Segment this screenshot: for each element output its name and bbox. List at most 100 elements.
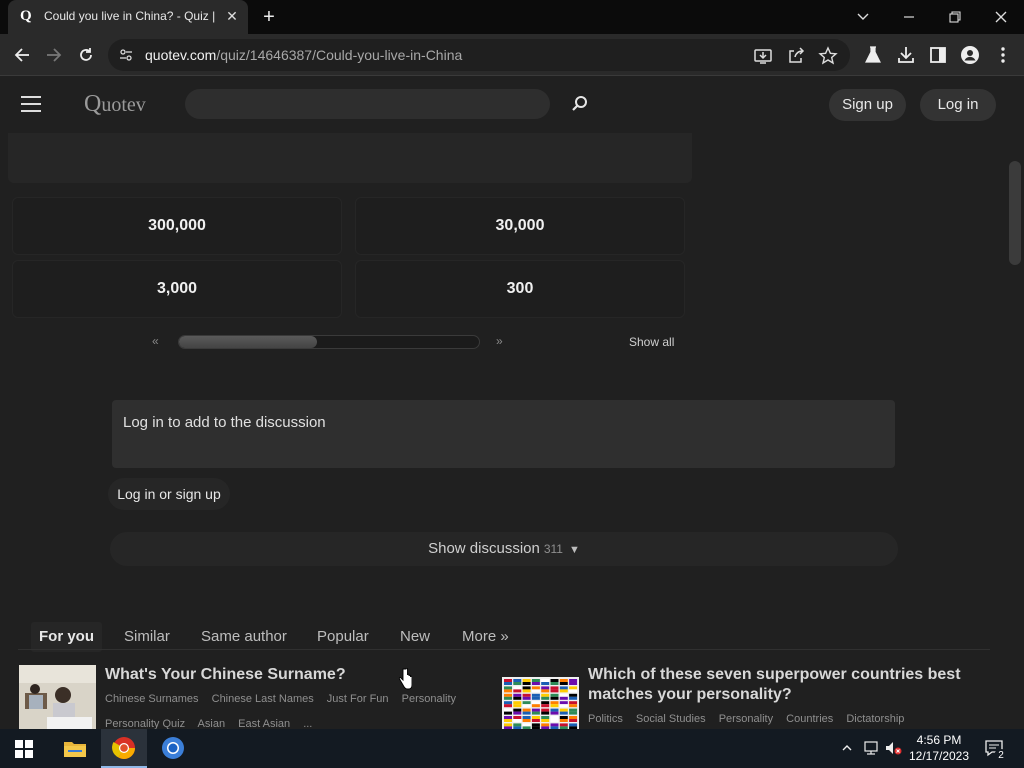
flag-stripe xyxy=(569,711,578,715)
flag-stripe xyxy=(531,704,540,708)
flag-stripe xyxy=(504,689,512,693)
flag-stripe xyxy=(569,719,578,722)
side-panel-icon[interactable] xyxy=(928,45,948,65)
site-search-input[interactable] xyxy=(185,89,550,119)
tag-link[interactable]: Personality xyxy=(719,713,773,725)
tag-link[interactable]: Countries xyxy=(786,713,833,725)
tag-link[interactable]: Politics xyxy=(588,713,623,725)
flag-stripe xyxy=(541,719,550,722)
discussion-prompt: Log in to add to the discussion xyxy=(123,414,326,431)
answer-option[interactable]: 3,000 xyxy=(12,260,342,318)
previous-question-button[interactable]: « xyxy=(152,334,159,348)
rec-thumbnail-flags[interactable] xyxy=(502,673,579,729)
tag-link[interactable]: Asian xyxy=(198,718,226,729)
tab-search-chevron-icon[interactable] xyxy=(840,0,886,34)
url-text[interactable]: quotev.com/quiz/14646387/Could-you-live-… xyxy=(145,47,462,63)
tag-link[interactable]: Chinese Surnames xyxy=(105,693,199,705)
search-icon[interactable] xyxy=(570,94,590,114)
tab-new[interactable]: New xyxy=(392,622,438,652)
tag-link[interactable]: ... xyxy=(303,718,312,729)
install-app-icon[interactable] xyxy=(753,46,773,66)
windows-start-icon[interactable] xyxy=(0,729,46,768)
signup-button[interactable]: Sign up xyxy=(829,89,906,121)
back-icon[interactable] xyxy=(9,42,35,68)
flag-stripe xyxy=(504,711,512,715)
tag-link[interactable]: Chinese Last Names xyxy=(212,693,314,705)
answer-option[interactable]: 300,000 xyxy=(12,197,342,255)
tag-link[interactable]: East Asian xyxy=(238,718,290,729)
login-or-signup-button[interactable]: Log in or sign up xyxy=(108,478,230,510)
file-explorer-icon[interactable] xyxy=(52,729,98,768)
flag-stripe xyxy=(541,686,550,690)
rec-thumbnail-classroom[interactable] xyxy=(19,665,96,729)
flag-stripe xyxy=(513,696,522,700)
clock-date: 12/17/2023 xyxy=(908,749,970,763)
close-window-icon[interactable] xyxy=(978,0,1024,34)
show-discussion-button[interactable]: Show discussion 311 ▼ xyxy=(110,532,898,566)
new-tab-icon[interactable]: + xyxy=(258,6,280,28)
flag-stripe xyxy=(522,679,531,682)
bookmark-star-icon[interactable] xyxy=(818,46,838,66)
rec-title[interactable]: Which of these seven superpower countrie… xyxy=(588,665,978,705)
tab-similar[interactable]: Similar xyxy=(116,622,178,652)
tab-more[interactable]: More » xyxy=(454,622,517,652)
reload-icon[interactable] xyxy=(73,42,99,68)
next-question-button[interactable]: » xyxy=(496,334,503,348)
chrome-alt-taskbar-icon[interactable] xyxy=(150,729,196,768)
site-settings-icon[interactable] xyxy=(118,47,134,63)
answer-option[interactable]: 300 xyxy=(355,260,685,318)
hamburger-menu-icon[interactable] xyxy=(21,96,41,112)
share-icon[interactable] xyxy=(786,46,806,66)
profile-avatar-icon[interactable] xyxy=(960,45,980,65)
flag-stripe xyxy=(522,701,531,705)
quotev-logo[interactable]: Quotev xyxy=(84,91,146,118)
rec-tags-line: Politics Social Studies Personality Coun… xyxy=(588,707,988,729)
flag-stripe xyxy=(504,701,512,705)
tag-link[interactable]: Personality xyxy=(402,693,456,705)
downloads-icon[interactable] xyxy=(896,45,916,65)
restore-icon[interactable] xyxy=(932,0,978,34)
minimize-icon[interactable] xyxy=(886,0,932,34)
labs-flask-icon[interactable] xyxy=(863,45,883,65)
flag-stripe xyxy=(522,696,531,700)
flag-stripe xyxy=(522,716,531,719)
more-menu-icon[interactable] xyxy=(993,45,1013,65)
quotev-page: Quotev Sign up Log in 300,000 30,000 3,0… xyxy=(0,77,1024,729)
show-hidden-icons-chevron-icon[interactable] xyxy=(838,739,856,757)
flag-stripe xyxy=(531,689,540,693)
browser-tab-active[interactable]: Q Could you live in China? - Quiz | ✕ xyxy=(8,0,248,34)
tabs-divider xyxy=(18,649,990,650)
flag-stripe xyxy=(504,693,512,697)
scrollbar-thumb[interactable] xyxy=(1009,161,1021,265)
flag-stripe xyxy=(531,693,540,697)
quiz-progress-bar xyxy=(178,335,480,349)
flag-stripe xyxy=(522,682,531,685)
page-scrollbar[interactable] xyxy=(1006,133,1024,729)
flag-stripe xyxy=(531,723,540,727)
tab-same-author[interactable]: Same author xyxy=(193,622,295,652)
network-icon[interactable] xyxy=(862,739,880,757)
taskbar-clock[interactable]: 4:56 PM 12/17/2023 xyxy=(905,732,973,764)
rec-tags-line: Chinese Surnames Chinese Last Names Just… xyxy=(105,687,495,712)
login-button[interactable]: Log in xyxy=(920,89,996,121)
tab-popular[interactable]: Popular xyxy=(309,622,377,652)
tab-for-you[interactable]: For you xyxy=(31,622,102,652)
tag-link[interactable]: Social Studies xyxy=(636,713,706,725)
tag-link[interactable]: Just For Fun xyxy=(327,693,389,705)
tab-close-icon[interactable]: ✕ xyxy=(224,8,240,24)
flag-stripe xyxy=(559,723,568,727)
answer-option[interactable]: 30,000 xyxy=(355,197,685,255)
rec-title[interactable]: What's Your Chinese Surname? xyxy=(105,665,485,685)
tag-link[interactable]: Dictatorship xyxy=(846,713,904,725)
flag-stripe xyxy=(569,682,578,685)
address-bar[interactable]: quotev.com/quiz/14646387/Could-you-live-… xyxy=(108,39,850,71)
flag-stripe xyxy=(559,701,568,705)
chrome-taskbar-icon[interactable] xyxy=(101,729,147,768)
flag-stripe xyxy=(569,689,578,693)
tag-link[interactable]: Personality Quiz xyxy=(105,718,185,729)
volume-muted-icon[interactable] xyxy=(884,739,902,757)
notification-count-badge: 2 xyxy=(994,749,1008,763)
forward-icon[interactable] xyxy=(41,42,67,68)
show-all-link[interactable]: Show all xyxy=(629,335,674,349)
discussion-comment-box[interactable]: Log in to add to the discussion xyxy=(112,400,895,468)
